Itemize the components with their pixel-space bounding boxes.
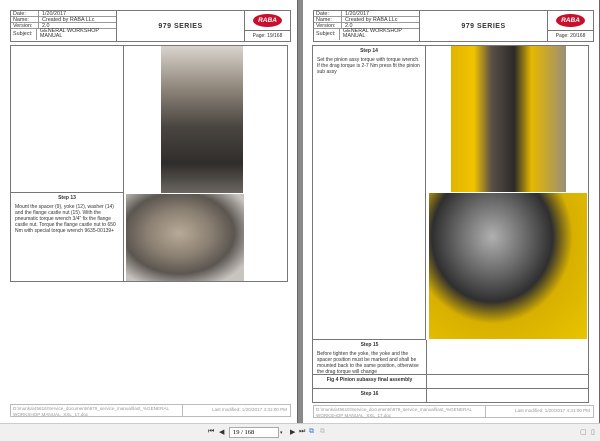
page-footer: D:\munka\45616\Service_documents\979_ser… [10,404,291,417]
raba-logo: RABA [548,11,593,31]
column-divider [426,340,427,403]
date-label: Date: [11,11,39,17]
page-footer: D:\munka\45616\Service_documents\979_ser… [313,405,594,418]
step-text: Mount the spacer (9), yoke (12), washer … [15,204,116,234]
date-value: 1/20/2017 [42,11,66,17]
name-value: Created by RABA LLc [42,17,95,23]
figure-caption: Fig 4 Pinion subassy final assembly [326,377,413,383]
series-title: 979 SERIES [117,11,245,41]
photo-pinion-housing [161,46,243,193]
version-label: Version: [11,23,39,29]
page-header: Date: 1/20/2017 Name: Created by RABA LLc … [10,10,291,42]
subject-label: Subject: [314,29,340,40]
step-text: Set the pinion assy torque with torque w… [317,57,420,75]
last-page-icon[interactable]: ⏭ [299,428,305,436]
page-number-input[interactable] [229,427,279,438]
raba-logo: RABA [245,11,290,31]
page-number: Page: 19/168 [252,33,283,39]
name-label: Name: [314,17,342,23]
photo-torque-setup [451,46,566,192]
pdf-toolbar: ⏮ ◀ ▾ ▶ ⏭ ⧉ ⧉ ▢ ▯ [0,423,600,441]
first-page-icon[interactable]: ⏮ [208,428,214,436]
page-number: Page: 20/168 [555,33,586,39]
step-16-row: Step 16 [313,389,588,402]
file-path: D:\munka\45616\Service_documents\979_ser… [11,405,183,417]
two-page-view-icon[interactable]: ⧉ [309,428,314,436]
step-15-row: Step 15 Before tighten the yoke, the yok… [313,340,588,375]
date-label: Date: [314,11,342,17]
fit-page-icon[interactable]: ▢ [580,428,587,436]
last-modified: Last modified: 1/20/2017 4:31:00 PM [514,408,590,413]
version-label: Version: [314,23,342,29]
step-title: Step 13 [58,195,76,201]
previous-page-icon[interactable]: ◀ [219,428,224,436]
empty-cell [11,46,124,193]
next-page-icon[interactable]: ▶ [290,428,295,436]
subject-value: GENERAL WORKSHOP MANUAL [342,28,402,39]
step-13-cell: Step 13 Mount the spacer (9), yoke (12),… [11,193,124,281]
step-title: Step 15 [360,342,379,348]
subject-label: Subject: [11,29,37,40]
step-title: Step 14 [360,48,378,54]
pdf-page-19: Date: 1/20/2017 Name: Created by RABA LLc … [0,0,298,423]
photo-flange-nut [126,194,244,281]
date-value: 1/20/2017 [345,11,369,17]
photo-torque-wrench [429,193,587,339]
page-dropdown-icon[interactable]: ▾ [280,430,283,436]
last-modified: Last modified: 1/20/2017 4:31:00 PM [211,407,287,412]
continuous-view-icon[interactable]: ⧉ [320,428,325,436]
file-path: D:\munka\45616\Service_documents\979_ser… [314,406,486,418]
step-title: Step 16 [360,391,379,397]
content-table: Step 13 Mount the spacer (9), yoke (12),… [10,45,288,282]
name-label: Name: [11,17,39,23]
bookmark-icon[interactable]: ▯ [591,428,595,436]
step-text: Before tighten the yoke, the yoke and th… [317,351,419,375]
figure-caption-row: Fig 4 Pinion subassy final assembly [313,375,588,389]
series-title: 979 SERIES [420,11,548,41]
page-header: Date: 1/20/2017 Name: Created by RABA LLc … [313,10,594,42]
content-table: Step 14 Set the pinion assy torque with … [312,45,589,403]
subject-value: GENERAL WORKSHOP MANUAL [39,28,99,39]
pdf-page-20: Date: 1/20/2017 Name: Created by RABA LLc … [303,0,600,423]
name-value: Created by RABA LLc [345,17,398,23]
step-14-cell: Step 14 Set the pinion assy torque with … [313,46,426,340]
